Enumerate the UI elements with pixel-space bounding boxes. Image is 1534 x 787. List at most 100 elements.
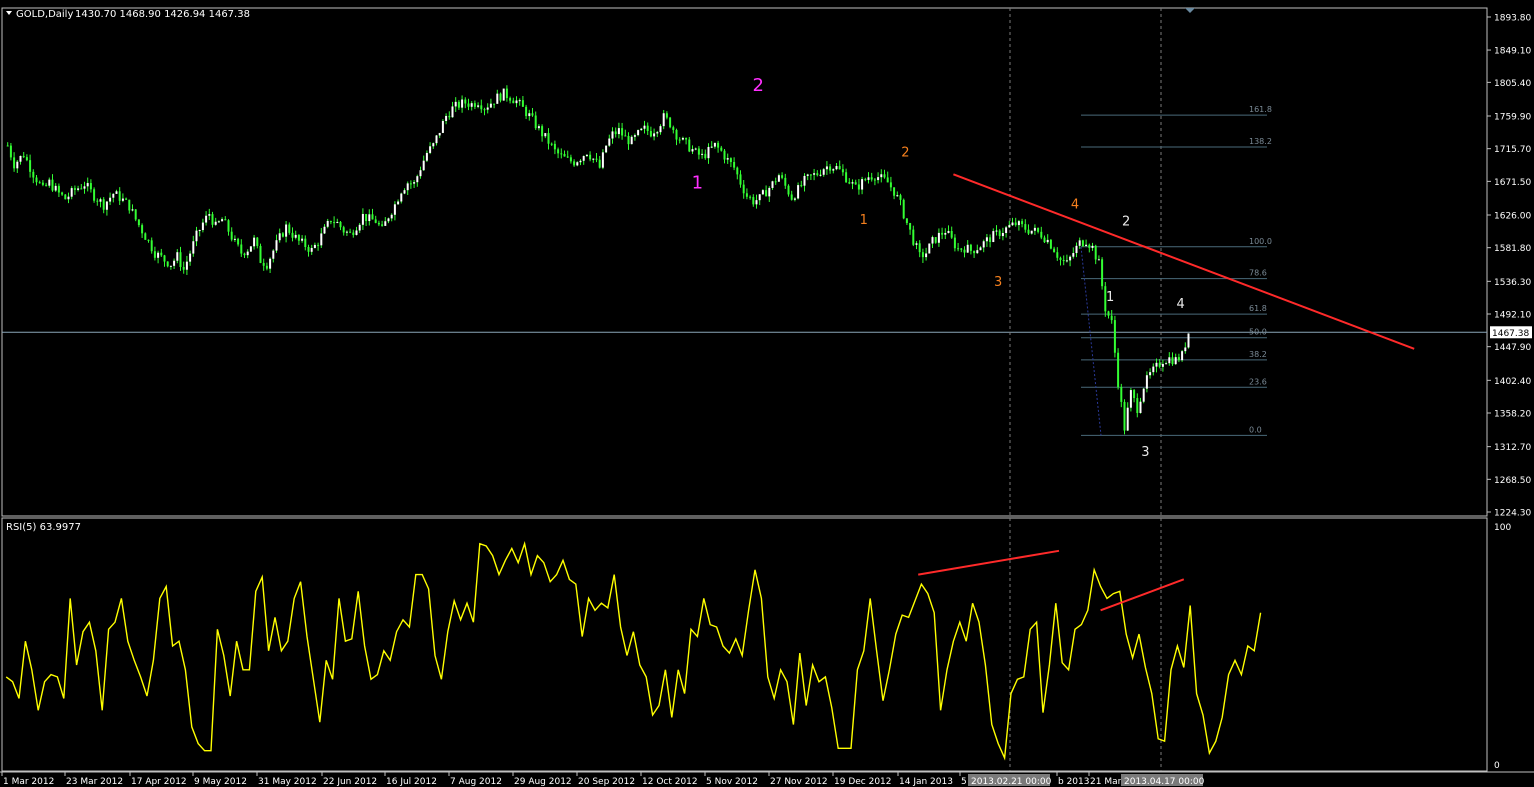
candle-body [832, 169, 835, 171]
candle-body [115, 191, 118, 194]
candle-body [1117, 352, 1120, 388]
candle-body [118, 191, 121, 201]
candle-body [560, 153, 563, 155]
time-tick-label: 21 Mar [1090, 777, 1122, 787]
candle-body [969, 244, 972, 251]
candle-body [397, 201, 400, 205]
candle-body [246, 251, 249, 256]
price-tick-label: 1268.50 [1494, 476, 1531, 486]
candle-body [457, 101, 460, 108]
candle-body [275, 240, 278, 251]
candle-body [953, 237, 956, 249]
candle-body [333, 222, 336, 224]
candle-body [48, 179, 51, 186]
candle-body [877, 177, 880, 181]
candle-body [285, 224, 288, 237]
candle-body [749, 196, 752, 198]
time-tick-label: 17 Apr 2012 [131, 777, 187, 787]
candle-body [681, 137, 684, 140]
candle-body [966, 244, 969, 253]
candle-body [1181, 351, 1184, 361]
price-tick-label: 1759.90 [1494, 113, 1531, 123]
candle-body [525, 106, 528, 117]
rsi-scale-label-100: 100 [1494, 523, 1511, 533]
candle-body [592, 158, 595, 160]
candle-body [1149, 372, 1152, 376]
candle-body [445, 115, 448, 121]
candle-body [995, 230, 998, 232]
candle-body [467, 103, 470, 107]
candle-body [537, 126, 540, 129]
candle-body [889, 182, 892, 188]
candle-body [144, 233, 147, 240]
candle-body [1091, 245, 1094, 248]
candle-body [1177, 357, 1180, 361]
price-tick-label: 1224.30 [1494, 509, 1531, 519]
candle-body [745, 193, 748, 197]
candle-body [166, 261, 169, 267]
candle-body [320, 233, 323, 246]
wave-label: 4 [1071, 197, 1079, 212]
candle-body [739, 174, 742, 185]
candle-body [429, 146, 432, 153]
candle-body [1097, 259, 1100, 261]
candle-body [253, 237, 256, 247]
candle-body [454, 101, 457, 107]
candle-body [1123, 401, 1126, 431]
candle-body [777, 175, 780, 182]
candle-body [515, 100, 518, 104]
candle-body [1046, 239, 1049, 243]
candle-body [528, 113, 531, 117]
candle-body [377, 222, 380, 225]
candle-body [1136, 398, 1139, 413]
candle-body [729, 158, 732, 163]
time-tick-label: 16 Jul 2012 [386, 777, 437, 787]
candle-body [134, 209, 137, 220]
candle-body [25, 157, 28, 161]
candle-body [45, 184, 48, 186]
time-tick-label: 5 [961, 777, 967, 787]
candle-body [182, 266, 185, 270]
candle-body [813, 173, 816, 175]
candle-body [390, 214, 393, 219]
gold-daily-chart[interactable]: GOLD,Daily 1430.70 1468.90 1426.94 1467.… [0, 0, 1534, 787]
candle-body [1053, 248, 1056, 253]
time-tick-label: 5 Nov 2012 [706, 777, 758, 787]
candle-body [1040, 231, 1043, 238]
candle-body [89, 183, 92, 190]
candle-body [416, 176, 419, 183]
candle-body [697, 148, 700, 155]
wave-label: 1 [692, 172, 703, 193]
candle-body [838, 166, 841, 170]
candle-body [672, 127, 675, 130]
candle-body [541, 126, 544, 137]
candle-body [80, 188, 83, 190]
candle-body [6, 145, 9, 147]
candle-body [883, 174, 886, 178]
candle-body [435, 135, 438, 144]
candle-body [339, 221, 342, 228]
candle-body [608, 138, 611, 146]
candle-body [752, 197, 755, 205]
candle-body [214, 221, 217, 225]
candle-body [1049, 239, 1052, 249]
candle-body [29, 160, 32, 172]
candle-body [873, 179, 876, 181]
candle-body [579, 160, 582, 163]
candle-body [1187, 333, 1190, 348]
candle-body [605, 145, 608, 153]
candle-body [96, 200, 99, 202]
candle-body [1056, 252, 1059, 258]
candle-body [601, 152, 604, 168]
candle-body [688, 139, 691, 152]
wave-label: 3 [994, 275, 1002, 290]
candle-body [637, 130, 640, 136]
candle-body [403, 190, 406, 194]
candle-body [451, 106, 454, 118]
time-tick-label: 1 Mar 2012 [3, 777, 54, 787]
candle-body [272, 250, 275, 259]
candle-body [685, 137, 688, 140]
candle-body [717, 142, 720, 148]
candle-body [665, 113, 668, 118]
time-tick-label: 31 May 2012 [258, 777, 317, 787]
